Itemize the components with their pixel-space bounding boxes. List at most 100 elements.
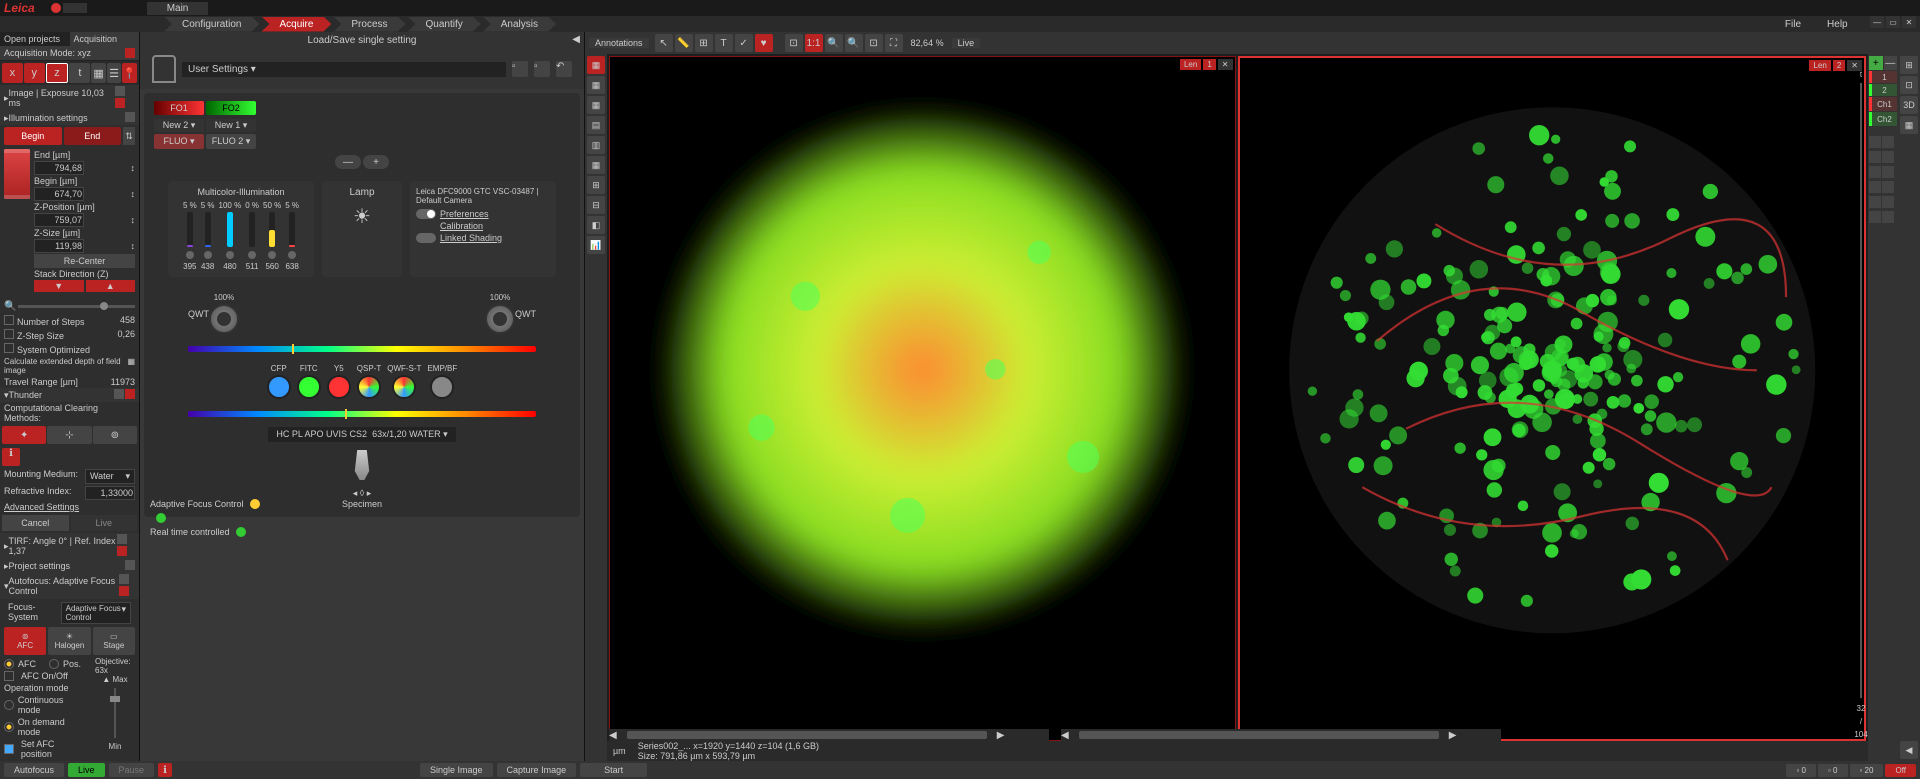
channel-1[interactable]: Ch1 <box>1869 97 1897 111</box>
save-icon[interactable]: ▫ <box>512 61 528 77</box>
image-pane-2[interactable]: Len2✕ <box>1238 56 1867 741</box>
capture-image-button[interactable]: Capture Image <box>497 763 577 777</box>
refractive-index-input[interactable] <box>85 486 135 500</box>
focus-system-dropdown[interactable]: Adaptive Focus Control▾ <box>61 602 131 624</box>
preferences-link[interactable]: Preferences <box>440 209 489 219</box>
wl-slider-0[interactable] <box>187 212 193 247</box>
ch-remove[interactable]: — <box>1884 56 1898 70</box>
setafc-checkbox[interactable] <box>4 744 14 754</box>
autofocus-button[interactable]: Autofocus <box>4 763 64 777</box>
calibration-link[interactable]: Calibration <box>440 221 483 231</box>
tab-process[interactable]: Process <box>333 17 405 32</box>
cancel-button[interactable]: Cancel <box>2 515 69 531</box>
pause-button[interactable]: Pause <box>109 763 155 777</box>
axis-y-button[interactable]: y <box>24 63 45 83</box>
ch-tool-11[interactable] <box>1869 211 1881 223</box>
ch-tool-3[interactable] <box>1869 151 1881 163</box>
ch-2-swatch[interactable]: 2 <box>1869 84 1897 96</box>
menu-help[interactable]: Help <box>1819 17 1856 32</box>
new1-dropdown[interactable]: New 1 ▾ <box>206 119 256 132</box>
ch-tool-5[interactable] <box>1869 166 1881 178</box>
objective-dropdown[interactable]: HC PL APO UVIS CS2 63x/1,20 WATER ▾ <box>268 427 455 442</box>
main-dropdown[interactable]: Main <box>147 2 209 15</box>
single-image-button[interactable]: Single Image <box>420 763 493 777</box>
stack-up-button[interactable]: ▲ <box>86 280 136 292</box>
view-6[interactable]: ▦ <box>587 156 605 174</box>
rtool-3[interactable]: 3D <box>1900 96 1918 114</box>
mounting-dropdown[interactable]: Water▾ <box>85 469 135 484</box>
undo-icon[interactable]: ↶ <box>556 61 572 77</box>
thunder-method-2[interactable]: ⊹ <box>47 426 91 444</box>
view-7[interactable]: ⊞ <box>587 176 605 194</box>
close-mid-icon[interactable]: ◀ <box>572 34 580 45</box>
filter-QSP-T[interactable] <box>357 375 381 399</box>
zpos-input[interactable] <box>34 213 84 227</box>
close-section-icon[interactable] <box>125 48 135 58</box>
tab-open-projects[interactable]: Open projects <box>0 32 70 46</box>
edof-icon[interactable]: ▦ <box>127 357 135 375</box>
axis-t-button[interactable]: t <box>69 63 90 83</box>
fo2-indicator[interactable]: FO2 <box>206 101 256 115</box>
wl-slider-5[interactable] <box>289 212 295 247</box>
afc-onoff-checkbox[interactable] <box>4 671 14 681</box>
zoom-slider[interactable] <box>18 305 135 308</box>
t-slider-strip[interactable]: t 32 / 104 <box>1854 70 1868 741</box>
list-icon[interactable]: ☰ <box>107 63 122 83</box>
filter-Y5[interactable] <box>327 375 351 399</box>
fluo-button[interactable]: FLUO ▾ <box>154 134 204 149</box>
view-4[interactable]: ▤ <box>587 116 605 134</box>
autofocus-header[interactable]: ▾Autofocus: Adaptive Focus Control <box>0 573 139 599</box>
status-off[interactable]: Off <box>1885 764 1916 777</box>
fo1-indicator[interactable]: FO1 <box>154 101 204 115</box>
live-button-bottom[interactable]: Live <box>68 763 105 777</box>
ch-tool-8[interactable] <box>1882 181 1894 193</box>
menu-file[interactable]: File <box>1777 17 1809 32</box>
close-pane-2[interactable]: ✕ <box>1847 60 1862 71</box>
pos-radio[interactable] <box>49 659 59 669</box>
ch-1-swatch[interactable]: 1 <box>1869 71 1897 83</box>
marker-icon[interactable]: 📍 <box>122 63 137 83</box>
fluo2-button[interactable]: FLUO 2 ▾ <box>206 134 256 149</box>
thunder-method-1[interactable]: ✦ <box>2 426 46 444</box>
tab-acquisition[interactable]: Acquisition <box>70 32 140 46</box>
rtool-expand[interactable]: ◀ <box>1900 741 1918 759</box>
end-button[interactable]: End <box>64 127 122 145</box>
rtool-2[interactable]: ⊡ <box>1900 76 1918 94</box>
filter-QWF-S-T[interactable] <box>392 375 416 399</box>
advanced-settings-link[interactable]: Advanced Settings <box>4 502 79 512</box>
z-lock-icon[interactable]: ⇅ <box>123 127 135 145</box>
begin-button[interactable]: Begin <box>4 127 62 145</box>
zsize-input[interactable] <box>34 239 84 253</box>
project-settings-header[interactable]: ▸Project settings <box>0 559 139 573</box>
minus-button[interactable]: — <box>335 155 361 169</box>
maximize-icon[interactable]: ▭ <box>1886 16 1900 28</box>
wl-slider-2[interactable] <box>227 212 233 247</box>
filter-FITC[interactable] <box>297 375 321 399</box>
wl-slider-4[interactable] <box>269 212 275 247</box>
recenter-button[interactable]: Re-Center <box>34 254 135 268</box>
tab-acquire[interactable]: Acquire <box>261 17 331 32</box>
close-pane-1[interactable]: ✕ <box>1218 59 1233 70</box>
ch-tool-10[interactable] <box>1882 196 1894 208</box>
new2-dropdown[interactable]: New 2 ▾ <box>154 119 204 132</box>
stack-down-button[interactable]: ▼ <box>34 280 84 292</box>
live-button[interactable]: Live <box>71 515 138 531</box>
ch-tool-2[interactable] <box>1882 136 1894 148</box>
minimize-icon[interactable]: — <box>1870 16 1884 28</box>
axis-x-button[interactable]: x <box>2 63 23 83</box>
ch-tool-9[interactable] <box>1869 196 1881 208</box>
lamp-icon[interactable]: ☀ <box>328 204 396 229</box>
afc-radio[interactable] <box>4 659 14 669</box>
filter-wheel-1[interactable] <box>209 304 239 334</box>
zoom-out-icon[interactable]: 🔍 <box>4 301 16 312</box>
objective-slider[interactable] <box>108 688 122 738</box>
ch-tool-4[interactable] <box>1882 151 1894 163</box>
user-settings-dropdown[interactable]: User Settings ▾ <box>182 62 506 77</box>
filter-CFP[interactable] <box>267 375 291 399</box>
wl-slider-1[interactable] <box>205 212 211 247</box>
tab-analysis[interactable]: Analysis <box>483 17 556 32</box>
bottom-info-icon[interactable]: ℹ <box>158 763 172 777</box>
ch-tool-7[interactable] <box>1869 181 1881 193</box>
rtool-4[interactable]: ▦ <box>1900 116 1918 134</box>
view-9[interactable]: ◧ <box>587 216 605 234</box>
